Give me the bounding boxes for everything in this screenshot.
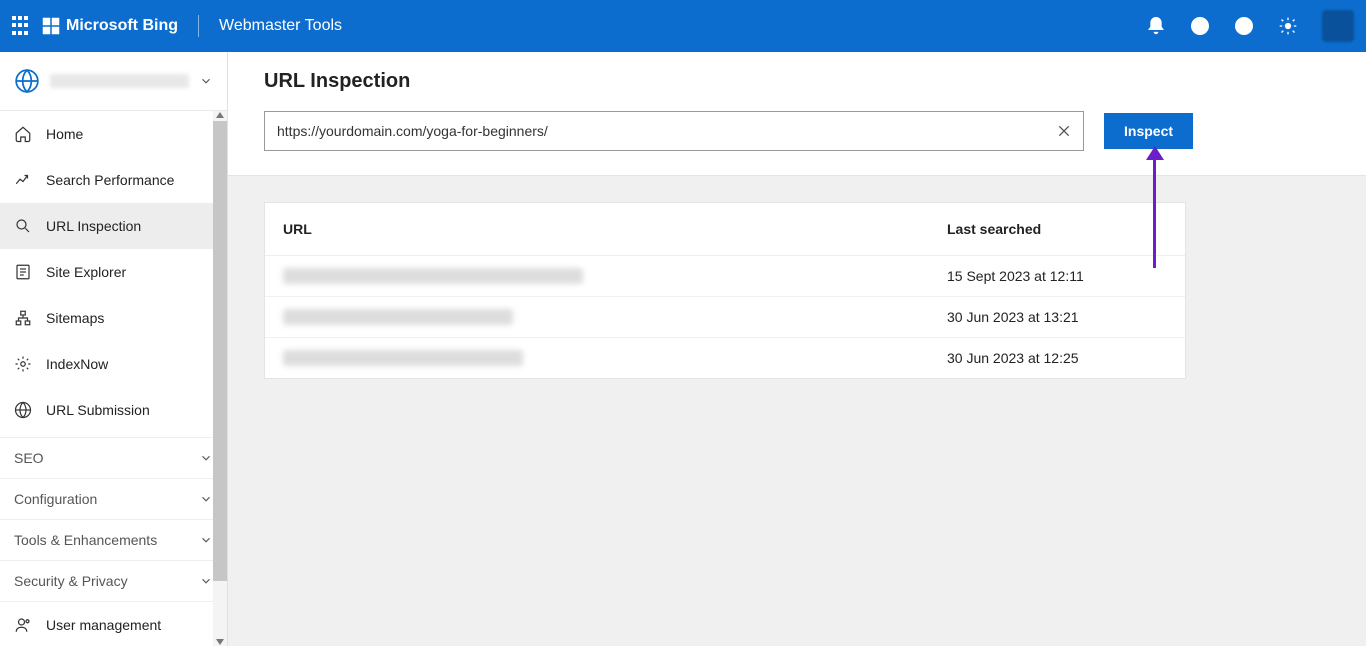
- sidebar-group-seo[interactable]: SEO: [0, 437, 227, 478]
- search-icon: [14, 217, 32, 235]
- arrow-head-icon: [1146, 146, 1164, 160]
- page-title: URL Inspection: [264, 70, 1306, 93]
- sidebar-item-label: User management: [46, 617, 161, 633]
- sidebar-item-url-inspection[interactable]: URL Inspection: [0, 203, 227, 249]
- sidebar-item-label: IndexNow: [46, 356, 108, 372]
- sidebar-group-label: SEO: [14, 450, 44, 466]
- sidebar-nav: Home Search Performance URL Inspection S…: [0, 111, 227, 646]
- date-cell: 15 Sept 2023 at 12:11: [947, 268, 1167, 284]
- url-submission-icon: [14, 401, 32, 419]
- annotation-arrow: [1153, 158, 1156, 268]
- date-cell: 30 Jun 2023 at 13:21: [947, 309, 1167, 325]
- sidebar-group-label: Configuration: [14, 491, 97, 507]
- sidebar-item-sitemaps[interactable]: Sitemaps: [0, 295, 227, 341]
- top-header: Microsoft Bing Webmaster Tools: [0, 0, 1366, 52]
- globe-icon: [14, 68, 40, 94]
- sidebar-group-tools[interactable]: Tools & Enhancements: [0, 519, 227, 560]
- trend-icon: [14, 171, 32, 189]
- sidebar-item-indexnow[interactable]: IndexNow: [0, 341, 227, 387]
- clear-button[interactable]: [1052, 119, 1076, 143]
- sidebar-group-configuration[interactable]: Configuration: [0, 478, 227, 519]
- sidebar-item-label: Home: [46, 126, 83, 142]
- url-input[interactable]: [264, 111, 1084, 151]
- table-row[interactable]: 30 Jun 2023 at 12:25: [265, 338, 1185, 378]
- sidebar-item-url-submission[interactable]: URL Submission: [0, 387, 227, 433]
- inspect-button[interactable]: Inspect: [1104, 113, 1193, 149]
- avatar[interactable]: [1322, 10, 1354, 42]
- user-icon: [14, 616, 32, 634]
- chevron-down-icon: [199, 574, 213, 588]
- table-row[interactable]: 30 Jun 2023 at 13:21: [265, 297, 1185, 338]
- feedback-icon[interactable]: [1234, 16, 1254, 36]
- scrollbar-thumb[interactable]: [213, 121, 227, 581]
- gear-icon[interactable]: [1278, 16, 1298, 36]
- product-name: Webmaster Tools: [219, 17, 342, 35]
- scroll-down-icon[interactable]: [215, 638, 225, 646]
- sidebar-item-label: Sitemaps: [46, 310, 104, 326]
- apps-launcher-icon[interactable]: [12, 16, 32, 36]
- sidebar-item-label: URL Submission: [46, 402, 150, 418]
- history-table: URL Last searched 15 Sept 2023 at 12:11 …: [264, 202, 1186, 379]
- close-icon: [1056, 123, 1072, 139]
- date-cell: 30 Jun 2023 at 12:25: [947, 350, 1167, 366]
- sidebar-item-search-performance[interactable]: Search Performance: [0, 157, 227, 203]
- explorer-icon: [14, 263, 32, 281]
- url-cell-redacted: [283, 350, 523, 366]
- sidebar-group-security[interactable]: Security & Privacy: [0, 560, 227, 601]
- brand-text: Microsoft Bing: [66, 17, 178, 35]
- chevron-down-icon: [199, 533, 213, 547]
- scroll-up-icon[interactable]: [215, 111, 225, 119]
- help-icon[interactable]: [1190, 16, 1210, 36]
- chevron-down-icon: [199, 451, 213, 465]
- sidebar-item-home[interactable]: Home: [0, 111, 227, 157]
- sidebar-item-label: Search Performance: [46, 172, 174, 188]
- sidebar-group-label: Tools & Enhancements: [14, 532, 157, 548]
- sidebar: Home Search Performance URL Inspection S…: [0, 52, 228, 646]
- main-content: URL Inspection Inspect URL Last searched: [228, 52, 1366, 646]
- sidebar-item-user-management[interactable]: User management: [0, 601, 227, 646]
- sidebar-item-label: Site Explorer: [46, 264, 126, 280]
- column-header-url: URL: [283, 221, 947, 237]
- sidebar-item-label: URL Inspection: [46, 218, 141, 234]
- table-row[interactable]: 15 Sept 2023 at 12:11: [265, 256, 1185, 297]
- chevron-down-icon: [199, 492, 213, 506]
- sitemap-icon: [14, 309, 32, 327]
- bell-icon[interactable]: [1146, 16, 1166, 36]
- site-name-placeholder: [50, 74, 189, 88]
- sidebar-item-site-explorer[interactable]: Site Explorer: [0, 249, 227, 295]
- scrollbar-track[interactable]: [213, 111, 227, 646]
- url-cell-redacted: [283, 309, 513, 325]
- bing-logo[interactable]: Microsoft Bing: [42, 17, 178, 35]
- windows-icon: [42, 17, 60, 35]
- column-header-date: Last searched: [947, 221, 1167, 237]
- url-cell-redacted: [283, 268, 583, 284]
- header-divider: [198, 15, 199, 37]
- indexnow-icon: [14, 355, 32, 373]
- site-selector[interactable]: [0, 52, 227, 111]
- sidebar-group-label: Security & Privacy: [14, 573, 128, 589]
- home-icon: [14, 125, 32, 143]
- chevron-down-icon: [199, 74, 213, 88]
